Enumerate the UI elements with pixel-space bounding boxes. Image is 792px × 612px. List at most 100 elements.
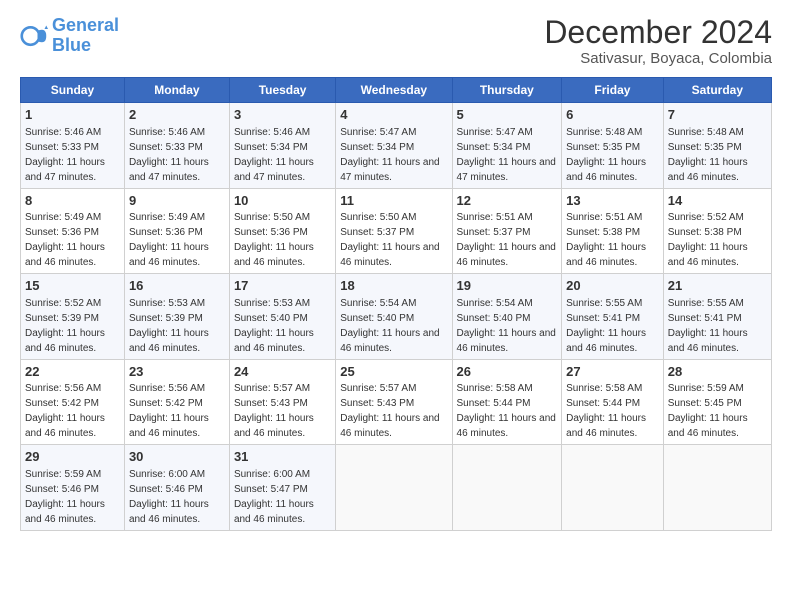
cell-text: Sunrise: 5:56 AMSunset: 5:42 PMDaylight:… [129,383,209,439]
day-number: 18 [340,277,447,295]
day-number: 29 [25,448,120,466]
cell-text: Sunrise: 5:51 AMSunset: 5:38 PMDaylight:… [566,212,646,268]
cell-text: Sunrise: 5:58 AMSunset: 5:44 PMDaylight:… [566,383,646,439]
day-number: 9 [129,192,225,210]
day-number: 31 [234,448,331,466]
cell-text: Sunrise: 5:53 AMSunset: 5:39 PMDaylight:… [129,298,209,354]
calendar-cell: 12 Sunrise: 5:51 AMSunset: 5:37 PMDayligh… [452,188,562,274]
day-number: 8 [25,192,120,210]
calendar-cell: 13 Sunrise: 5:51 AMSunset: 5:38 PMDayligh… [562,188,664,274]
cell-text: Sunrise: 5:48 AMSunset: 5:35 PMDaylight:… [668,127,748,183]
calendar-week-3: 15 Sunrise: 5:52 AMSunset: 5:39 PMDayligh… [21,274,772,360]
day-number: 1 [25,106,120,124]
calendar-cell: 5Sunrise: 5:47 AMSunset: 5:34 PMDaylight… [452,103,562,189]
day-number: 23 [129,363,225,381]
day-number: 17 [234,277,331,295]
weekday-header-monday: Monday [124,78,229,103]
cell-text: Sunrise: 6:00 AMSunset: 5:46 PMDaylight:… [129,469,209,525]
calendar-cell: 10Sunrise: 5:50 AMSunset: 5:36 PMDayligh… [229,188,335,274]
calendar-cell: 18 Sunrise: 5:54 AMSunset: 5:40 PMDayligh… [336,274,452,360]
calendar-cell: 27Sunrise: 5:58 AMSunset: 5:44 PMDayligh… [562,359,664,445]
calendar-cell: 1 Sunrise: 5:46 AMSunset: 5:33 PMDaylight… [21,103,125,189]
calendar-cell: 28 Sunrise: 5:59 AMSunset: 5:45 PMDayligh… [663,359,771,445]
calendar-cell: 24Sunrise: 5:57 AMSunset: 5:43 PMDayligh… [229,359,335,445]
cell-text: Sunrise: 5:52 AMSunset: 5:38 PMDaylight:… [668,212,748,268]
calendar-cell: 15 Sunrise: 5:52 AMSunset: 5:39 PMDayligh… [21,274,125,360]
day-number: 19 [457,277,558,295]
page-title: December 2024 [544,16,772,48]
calendar-cell: 30Sunrise: 6:00 AMSunset: 5:46 PMDayligh… [124,445,229,531]
cell-text: Sunrise: 5:58 AMSunset: 5:44 PMDaylight:… [457,383,556,439]
page: General Blue December 2024 Sativasur, Bo… [0,0,792,612]
calendar-cell: 2 Sunrise: 5:46 AMSunset: 5:33 PMDaylight… [124,103,229,189]
weekday-header-wednesday: Wednesday [336,78,452,103]
cell-text: Sunrise: 5:55 AMSunset: 5:41 PMDaylight:… [566,298,646,354]
cell-text: Sunrise: 5:50 AMSunset: 5:36 PMDaylight:… [234,212,314,268]
calendar-cell: 21 Sunrise: 5:55 AMSunset: 5:41 PMDayligh… [663,274,771,360]
cell-text: Sunrise: 5:59 AMSunset: 5:45 PMDaylight:… [668,383,748,439]
cell-text: Sunrise: 5:54 AMSunset: 5:40 PMDaylight:… [340,298,439,354]
calendar-cell: 6Sunrise: 5:48 AMSunset: 5:35 PMDaylight… [562,103,664,189]
day-number: 5 [457,106,558,124]
cell-text: Sunrise: 5:46 AMSunset: 5:34 PMDaylight:… [234,127,314,183]
calendar-cell: 22Sunrise: 5:56 AMSunset: 5:42 PMDayligh… [21,359,125,445]
calendar-cell: 29Sunrise: 5:59 AMSunset: 5:46 PMDayligh… [21,445,125,531]
calendar-cell: 20Sunrise: 5:55 AMSunset: 5:41 PMDayligh… [562,274,664,360]
day-number: 2 [129,106,225,124]
day-number: 22 [25,363,120,381]
calendar-cell: 31 Sunrise: 6:00 AMSunset: 5:47 PMDayligh… [229,445,335,531]
logo: General Blue [20,16,119,56]
cell-text: Sunrise: 5:50 AMSunset: 5:37 PMDaylight:… [340,212,439,268]
calendar-cell [336,445,452,531]
calendar-cell [452,445,562,531]
weekday-header-row: SundayMondayTuesdayWednesdayThursdayFrid… [21,78,772,103]
calendar-cell: 19 Sunrise: 5:54 AMSunset: 5:40 PMDayligh… [452,274,562,360]
day-number: 21 [668,277,767,295]
calendar-cell: 14 Sunrise: 5:52 AMSunset: 5:38 PMDayligh… [663,188,771,274]
calendar-cell: 8 Sunrise: 5:49 AMSunset: 5:36 PMDaylight… [21,188,125,274]
cell-text: Sunrise: 5:49 AMSunset: 5:36 PMDaylight:… [25,212,105,268]
calendar-cell [663,445,771,531]
calendar-week-1: 1 Sunrise: 5:46 AMSunset: 5:33 PMDaylight… [21,103,772,189]
weekday-header-tuesday: Tuesday [229,78,335,103]
logo-text: General Blue [52,16,119,56]
weekday-header-sunday: Sunday [21,78,125,103]
calendar-table: SundayMondayTuesdayWednesdayThursdayFrid… [20,77,772,531]
calendar-cell: 23 Sunrise: 5:56 AMSunset: 5:42 PMDayligh… [124,359,229,445]
day-number: 12 [457,192,558,210]
day-number: 13 [566,192,659,210]
logo-icon [20,22,48,50]
calendar-week-5: 29Sunrise: 5:59 AMSunset: 5:46 PMDayligh… [21,445,772,531]
calendar-cell: 25 Sunrise: 5:57 AMSunset: 5:43 PMDayligh… [336,359,452,445]
calendar-cell: 7 Sunrise: 5:48 AMSunset: 5:35 PMDaylight… [663,103,771,189]
day-number: 16 [129,277,225,295]
cell-text: Sunrise: 5:55 AMSunset: 5:41 PMDaylight:… [668,298,748,354]
cell-text: Sunrise: 5:51 AMSunset: 5:37 PMDaylight:… [457,212,556,268]
day-number: 14 [668,192,767,210]
day-number: 26 [457,363,558,381]
day-number: 28 [668,363,767,381]
calendar-cell: 9 Sunrise: 5:49 AMSunset: 5:36 PMDaylight… [124,188,229,274]
day-number: 25 [340,363,447,381]
weekday-header-friday: Friday [562,78,664,103]
day-number: 6 [566,106,659,124]
calendar-week-2: 8 Sunrise: 5:49 AMSunset: 5:36 PMDaylight… [21,188,772,274]
calendar-cell: 16 Sunrise: 5:53 AMSunset: 5:39 PMDayligh… [124,274,229,360]
calendar-cell: 11Sunrise: 5:50 AMSunset: 5:37 PMDayligh… [336,188,452,274]
title-area: December 2024 Sativasur, Boyaca, Colombi… [544,16,772,67]
cell-text: Sunrise: 6:00 AMSunset: 5:47 PMDaylight:… [234,469,314,525]
cell-text: Sunrise: 5:46 AMSunset: 5:33 PMDaylight:… [25,127,105,183]
cell-text: Sunrise: 5:57 AMSunset: 5:43 PMDaylight:… [340,383,439,439]
day-number: 24 [234,363,331,381]
calendar-cell: 17Sunrise: 5:53 AMSunset: 5:40 PMDayligh… [229,274,335,360]
cell-text: Sunrise: 5:49 AMSunset: 5:36 PMDaylight:… [129,212,209,268]
cell-text: Sunrise: 5:52 AMSunset: 5:39 PMDaylight:… [25,298,105,354]
day-number: 7 [668,106,767,124]
page-subtitle: Sativasur, Boyaca, Colombia [544,50,772,67]
day-number: 15 [25,277,120,295]
cell-text: Sunrise: 5:54 AMSunset: 5:40 PMDaylight:… [457,298,556,354]
cell-text: Sunrise: 5:46 AMSunset: 5:33 PMDaylight:… [129,127,209,183]
header: General Blue December 2024 Sativasur, Bo… [20,16,772,67]
weekday-header-saturday: Saturday [663,78,771,103]
calendar-cell: 3Sunrise: 5:46 AMSunset: 5:34 PMDaylight… [229,103,335,189]
